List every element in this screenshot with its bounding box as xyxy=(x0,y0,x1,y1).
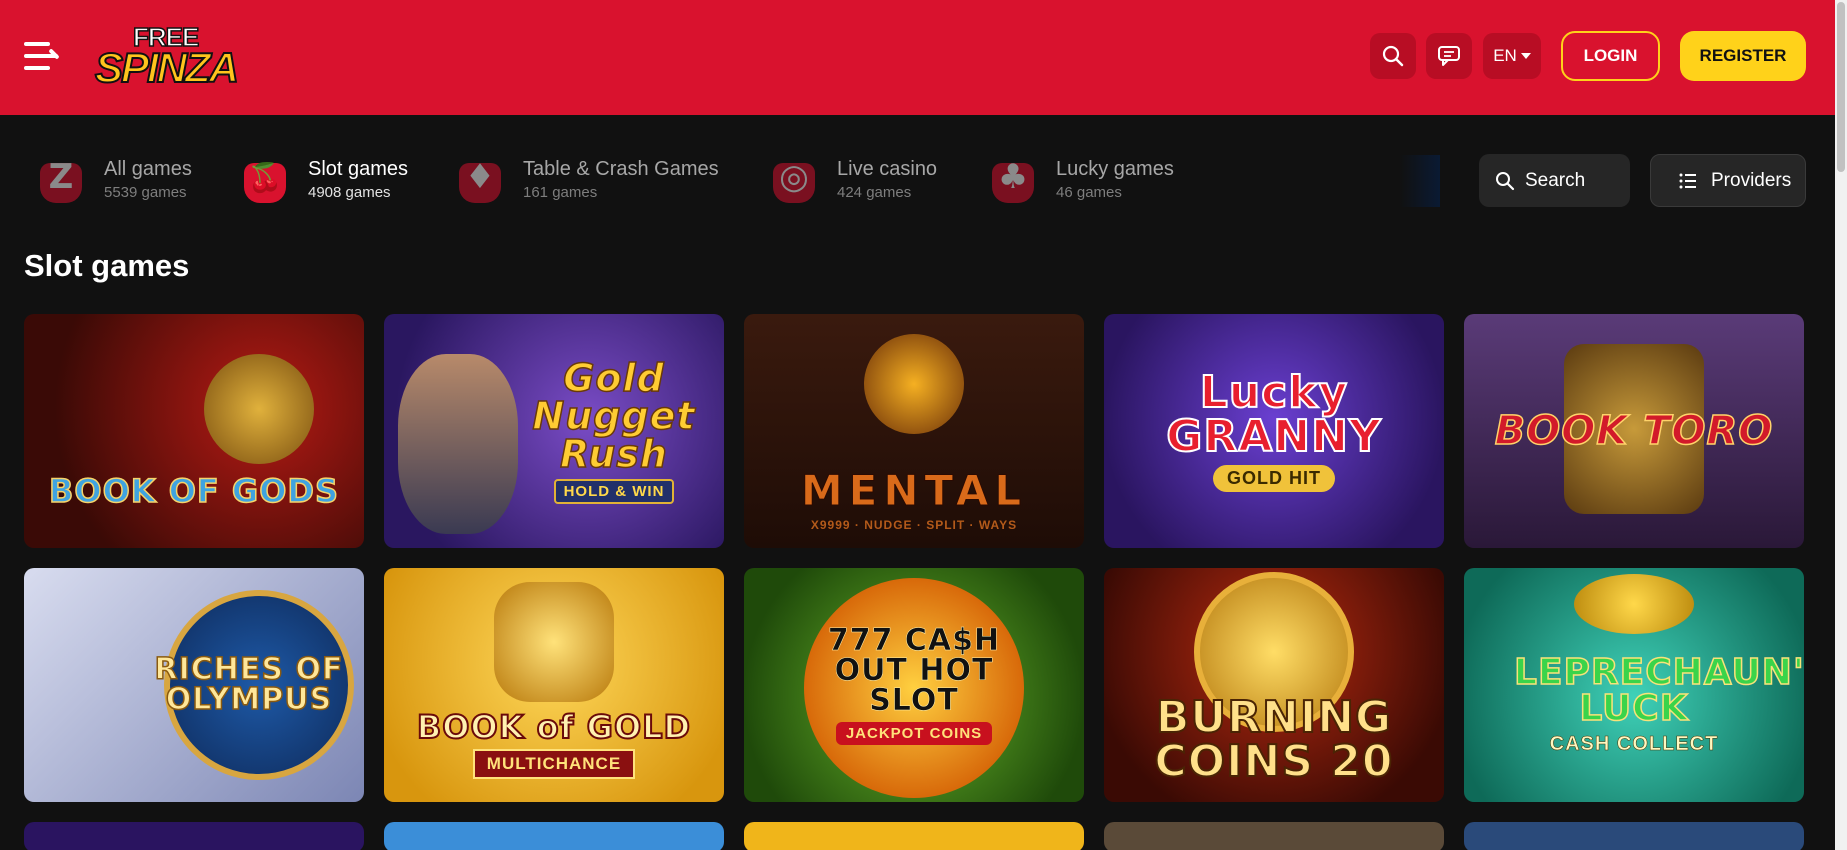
category-title: Lucky games xyxy=(1056,158,1174,180)
game-tile-row3-1[interactable] xyxy=(24,822,364,850)
category-title: Live casino xyxy=(837,158,938,180)
clover-icon: ♣ xyxy=(986,153,1040,207)
page: FREE SPINZA EN LOGIN REGISTER Z All game… xyxy=(0,0,1847,850)
menu-icon[interactable] xyxy=(24,40,60,72)
category-count: 4908 games xyxy=(308,184,391,201)
category-title: Slot games xyxy=(308,158,409,180)
providers-button[interactable]: Providers xyxy=(1650,154,1806,207)
chevron-down-icon xyxy=(1520,53,1531,59)
game-tile-hot-slot[interactable]: 777 CA$H OUT HOT SLOT JACKPOT COINS xyxy=(744,568,1084,802)
category-count: 424 games xyxy=(837,184,912,201)
game-subtitle: HOLD & WIN xyxy=(553,478,675,504)
game-title: BOOK TORO xyxy=(1494,408,1774,454)
game-tile-row3-3[interactable] xyxy=(744,822,1084,850)
game-title: BURNING COINS 20 xyxy=(1153,692,1394,787)
section-title: Slot games xyxy=(24,248,190,283)
page-scrollbar[interactable] xyxy=(1835,0,1847,850)
category-slot-games[interactable]: 🍒 Slot games 4908 games xyxy=(238,150,408,210)
game-tile-row3-2[interactable] xyxy=(384,822,724,850)
cards-icon: ♦ xyxy=(453,153,507,207)
game-title: Lucky GRANNY xyxy=(1165,366,1382,462)
site-logo[interactable]: FREE SPINZA xyxy=(94,21,245,92)
z-logo-icon: Z xyxy=(34,153,88,207)
chat-icon xyxy=(1438,46,1460,66)
game-title: BOOK of GOLD xyxy=(416,708,692,746)
game-subtitle: MULTICHANCE xyxy=(472,749,636,779)
game-title: MENTAL xyxy=(800,466,1028,515)
category-table-crash-games[interactable]: ♦ Table & Crash Games 161 games xyxy=(453,150,719,210)
providers-label: Providers xyxy=(1711,169,1792,191)
search-label: Search xyxy=(1525,169,1586,191)
category-title: All games xyxy=(104,158,192,180)
game-tile-riches-of-olympus[interactable]: RICHES OF OLYMPUS xyxy=(24,568,364,802)
game-tile-burning-coins-20[interactable]: BURNING COINS 20 xyxy=(1104,568,1444,802)
game-title: LEPRECHAUN'S LUCK xyxy=(1513,651,1804,729)
game-title: BOOK OF GODS xyxy=(48,472,339,510)
scrollbar-thumb[interactable] xyxy=(1837,2,1845,172)
game-title: Gold Nugget Rush xyxy=(532,355,696,476)
chat-button[interactable] xyxy=(1426,33,1472,79)
language-selector[interactable]: EN xyxy=(1483,33,1541,79)
category-scroll-fade xyxy=(1400,155,1440,207)
game-tile-leprechauns-luck[interactable]: LEPRECHAUN'S LUCK CASH COLLECT xyxy=(1464,568,1804,802)
game-tile-mental[interactable]: MENTAL X9999 · NUDGE · SPLIT · WAYS xyxy=(744,314,1084,548)
game-tile-book-toro[interactable]: BOOK TORO xyxy=(1464,314,1804,548)
game-subtitle: CASH COLLECT xyxy=(1549,732,1719,755)
category-count: 161 games xyxy=(523,184,598,201)
game-tile-row3-4[interactable] xyxy=(1104,822,1444,850)
game-tile-gold-nugget-rush[interactable]: Gold Nugget Rush HOLD & WIN xyxy=(384,314,724,548)
roulette-icon: ◎ xyxy=(767,153,821,207)
game-tile-row3-5[interactable] xyxy=(1464,822,1804,850)
list-icon xyxy=(1679,173,1696,188)
search-button[interactable] xyxy=(1370,33,1416,79)
search-icon xyxy=(1496,171,1515,190)
register-button[interactable]: REGISTER xyxy=(1680,31,1806,81)
game-subtitle: X9999 · NUDGE · SPLIT · WAYS xyxy=(810,518,1018,532)
game-search-button[interactable]: Search xyxy=(1479,154,1630,207)
game-subtitle: GOLD HIT xyxy=(1213,464,1335,492)
game-subtitle: JACKPOT COINS xyxy=(835,721,993,745)
category-all-games[interactable]: Z All games 5539 games xyxy=(34,150,192,210)
game-tile-book-of-gods[interactable]: BOOK OF GODS xyxy=(24,314,364,548)
category-count: 5539 games xyxy=(104,184,187,201)
top-header: FREE SPINZA EN LOGIN REGISTER xyxy=(0,0,1835,115)
login-button[interactable]: LOGIN xyxy=(1561,31,1660,81)
game-tile-book-of-gold[interactable]: BOOK of GOLD MULTICHANCE xyxy=(384,568,724,802)
category-title: Table & Crash Games xyxy=(523,158,719,180)
logo-text-bottom: SPINZA xyxy=(94,43,240,92)
language-label: EN xyxy=(1493,46,1517,65)
search-icon xyxy=(1382,45,1404,67)
category-lucky-games[interactable]: ♣ Lucky games 46 games xyxy=(986,150,1174,210)
game-title: 777 CA$H OUT HOT SLOT xyxy=(827,622,1001,718)
game-tile-lucky-granny[interactable]: Lucky GRANNY GOLD HIT xyxy=(1104,314,1444,548)
category-live-casino[interactable]: ◎ Live casino 424 games xyxy=(767,150,937,210)
game-title: RICHES OF OLYMPUS xyxy=(154,652,344,717)
cherries-icon: 🍒 xyxy=(238,153,292,207)
category-count: 46 games xyxy=(1056,184,1122,201)
